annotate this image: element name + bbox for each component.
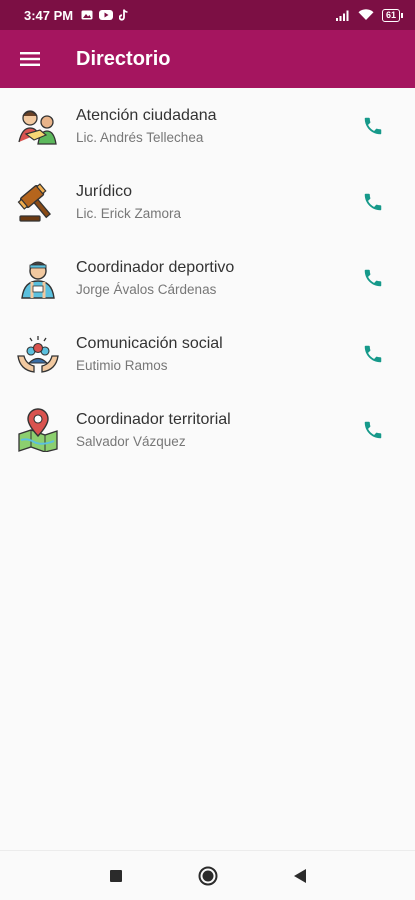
notification-icons	[81, 9, 129, 21]
contact-title: Coordinador territorial	[76, 410, 231, 428]
list-item[interactable]: Coordinador territorial Salvador Vázquez	[0, 392, 415, 468]
contact-name: Jorge Ávalos Cárdenas	[76, 281, 217, 297]
phone-icon	[364, 193, 382, 211]
status-bar: 3:47 PM 61	[0, 0, 415, 30]
avatar	[16, 256, 60, 300]
phone-icon	[364, 421, 382, 439]
phone-icon	[364, 269, 382, 287]
avatar	[16, 104, 60, 148]
call-button[interactable]	[351, 332, 395, 376]
contact-title: Atención ciudadana	[76, 106, 217, 124]
directory-list: Atención ciudadana Lic. Andrés Tellechea…	[0, 88, 415, 468]
athlete-icon	[21, 261, 55, 299]
system-nav-bar	[0, 850, 415, 900]
list-item[interactable]: Comunicación social Eutimio Ramos	[0, 316, 415, 392]
citizen-service-icon	[18, 110, 57, 145]
call-button[interactable]	[351, 408, 395, 452]
contact-name: Eutimio Ramos	[76, 357, 168, 373]
tiktok-notification-icon	[119, 9, 128, 21]
list-item[interactable]: Atención ciudadana Lic. Andrés Tellechea	[0, 88, 415, 164]
app-bar: Directorio	[0, 30, 415, 88]
list-item[interactable]: Coordinador deportivo Jorge Ávalos Cárde…	[0, 240, 415, 316]
battery-icon: 61	[381, 8, 403, 22]
menu-icon	[20, 52, 40, 66]
phone-icon	[364, 117, 382, 135]
signal-icon	[335, 10, 349, 21]
contact-name: Lic. Andrés Tellechea	[76, 129, 204, 145]
system-status: 61	[335, 8, 403, 22]
map-pin-icon	[18, 408, 58, 452]
recents-button[interactable]	[101, 861, 131, 891]
gallery-notification-icon	[81, 10, 93, 20]
wifi-icon	[358, 9, 374, 20]
home-icon	[198, 866, 217, 885]
call-button[interactable]	[351, 256, 395, 300]
call-button[interactable]	[351, 104, 395, 148]
gavel-icon	[17, 183, 51, 222]
contact-title: Comunicación social	[76, 334, 223, 352]
menu-button[interactable]	[0, 30, 60, 88]
community-hands-icon	[17, 336, 59, 373]
recents-icon	[109, 869, 122, 882]
contact-title: Coordinador deportivo	[76, 258, 235, 276]
avatar	[16, 332, 60, 376]
youtube-notification-icon	[99, 10, 114, 20]
avatar	[16, 408, 60, 452]
phone-icon	[364, 345, 382, 363]
back-button[interactable]	[285, 861, 315, 891]
call-button[interactable]	[351, 180, 395, 224]
back-icon	[293, 868, 306, 883]
list-item[interactable]: Jurídico Lic. Erick Zamora	[0, 164, 415, 240]
avatar	[16, 180, 60, 224]
page-title: Directorio	[76, 47, 171, 70]
contact-name: Salvador Vázquez	[76, 433, 186, 449]
contact-title: Jurídico	[76, 182, 133, 200]
battery-level: 61	[381, 8, 400, 22]
home-button[interactable]	[193, 861, 223, 891]
status-time: 3:47 PM	[24, 7, 74, 23]
contact-name: Lic. Erick Zamora	[76, 205, 182, 221]
